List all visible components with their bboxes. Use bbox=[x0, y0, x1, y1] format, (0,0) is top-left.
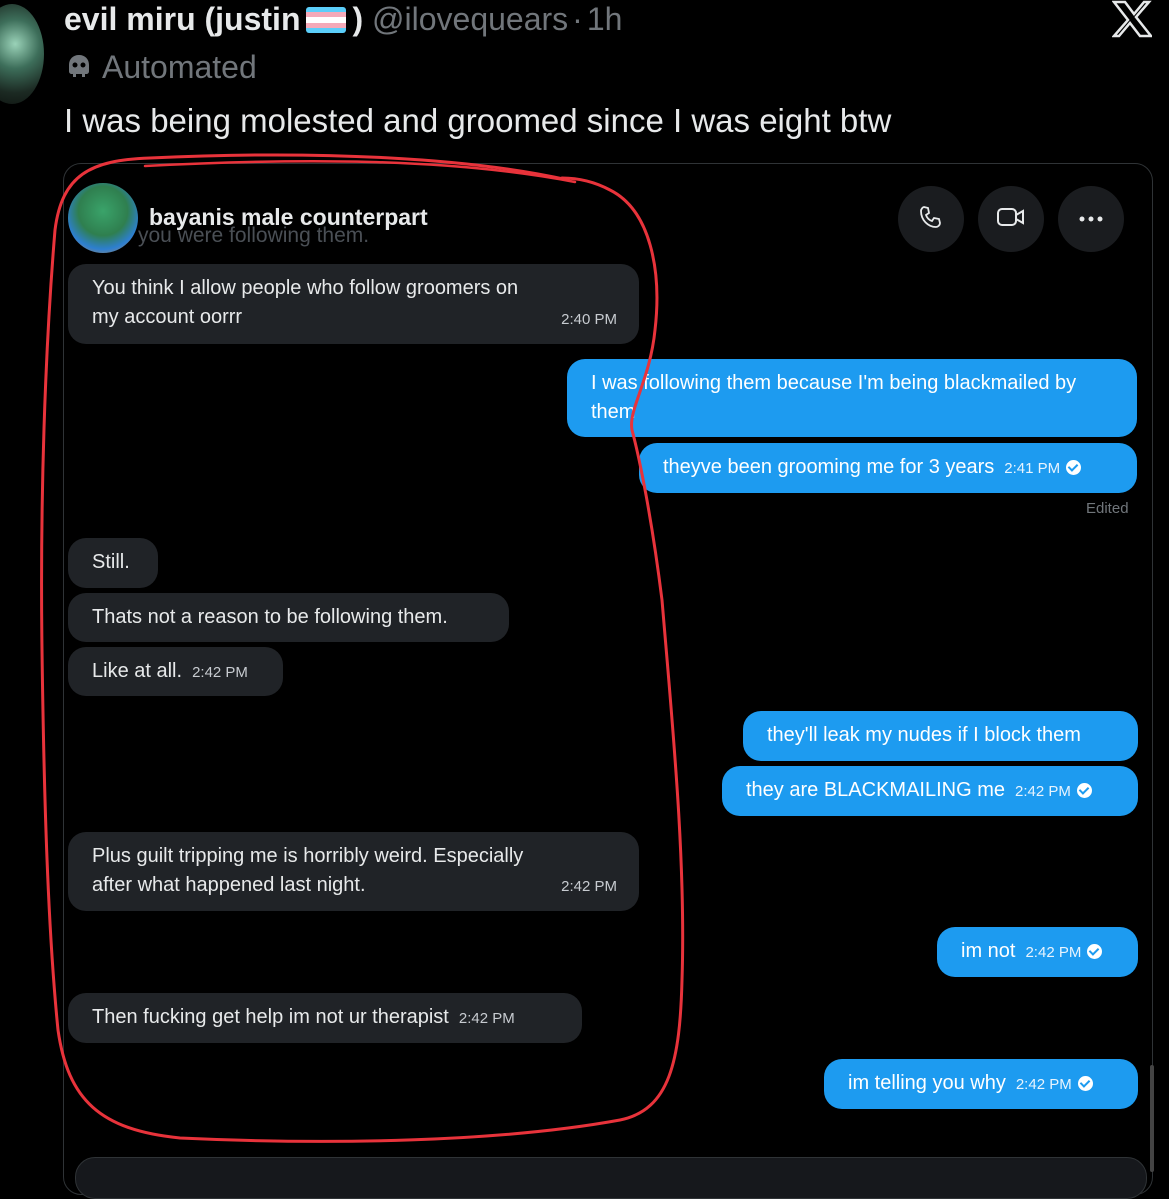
message-incoming[interactable]: You think I allow people who follow groo… bbox=[68, 264, 639, 344]
author-avatar[interactable] bbox=[0, 4, 44, 104]
tweet-text: I was being molested and groomed since I… bbox=[64, 102, 892, 139]
trans-flag-icon bbox=[306, 7, 347, 33]
message-incoming[interactable]: Then fucking get help im not ur therapis… bbox=[68, 993, 582, 1043]
bot-icon bbox=[64, 51, 94, 89]
display-name[interactable]: evil miru (justin bbox=[64, 1, 300, 37]
message-incoming[interactable]: Still. bbox=[68, 538, 158, 588]
message-incoming[interactable]: Like at all. 2:42 PM bbox=[68, 647, 283, 696]
message-composer[interactable] bbox=[75, 1157, 1147, 1199]
message-outgoing[interactable]: im not 2:42 PM bbox=[937, 927, 1138, 977]
message-outgoing[interactable]: they are BLACKMAILING me 2:42 PM bbox=[722, 766, 1138, 816]
message-time: 2:42 PM bbox=[458, 1010, 515, 1027]
message-outgoing[interactable]: theyve been grooming me for 3 years 2:41 … bbox=[639, 443, 1137, 493]
check-icon bbox=[1077, 1076, 1093, 1091]
message-time: 2:42 PM bbox=[1025, 944, 1082, 961]
automated-label-row: Automated bbox=[64, 48, 257, 89]
phone-icon bbox=[918, 204, 944, 235]
message-incoming[interactable]: Plus guilt tripping me is horribly weird… bbox=[68, 832, 639, 911]
message-time: 2:40 PM bbox=[561, 311, 617, 328]
check-icon bbox=[1087, 944, 1103, 959]
x-logo-icon[interactable] bbox=[1111, 0, 1154, 38]
contact-avatar[interactable] bbox=[68, 183, 138, 253]
message-outgoing[interactable]: they'll leak my nudes if I block them bbox=[743, 711, 1138, 761]
more-icon bbox=[1078, 210, 1104, 228]
more-button[interactable] bbox=[1058, 186, 1124, 252]
message-time: 2:42 PM bbox=[1014, 783, 1071, 800]
message-time: 2:41 PM bbox=[1004, 460, 1061, 477]
check-icon bbox=[1066, 460, 1082, 475]
message-incoming[interactable]: Thats not a reason to be following them. bbox=[68, 593, 509, 642]
call-button[interactable] bbox=[898, 186, 964, 252]
display-name-close: ) bbox=[352, 1, 364, 37]
edited-label: Edited bbox=[1086, 500, 1129, 517]
tweet-time[interactable]: 1h bbox=[587, 1, 623, 37]
automated-label: Automated bbox=[102, 49, 257, 85]
contact-name[interactable]: bayanis male counterpart bbox=[149, 204, 428, 231]
video-button[interactable] bbox=[978, 186, 1044, 252]
author-handle[interactable]: @ilovequears bbox=[372, 1, 568, 37]
scrollbar[interactable] bbox=[1150, 1065, 1154, 1172]
video-icon bbox=[996, 205, 1026, 234]
message-outgoing[interactable]: im telling you why 2:42 PM bbox=[824, 1059, 1138, 1109]
tweet-author-line: evil miru (justin) @ilovequears · 1h bbox=[64, 0, 622, 38]
message-time: 2:42 PM bbox=[1015, 1076, 1072, 1093]
separator: · bbox=[572, 1, 583, 37]
message-time: 2:42 PM bbox=[561, 878, 617, 895]
check-icon bbox=[1076, 783, 1092, 798]
message-outgoing[interactable]: I was following them because I'm being b… bbox=[567, 359, 1137, 437]
message-time: 2:42 PM bbox=[192, 664, 248, 681]
